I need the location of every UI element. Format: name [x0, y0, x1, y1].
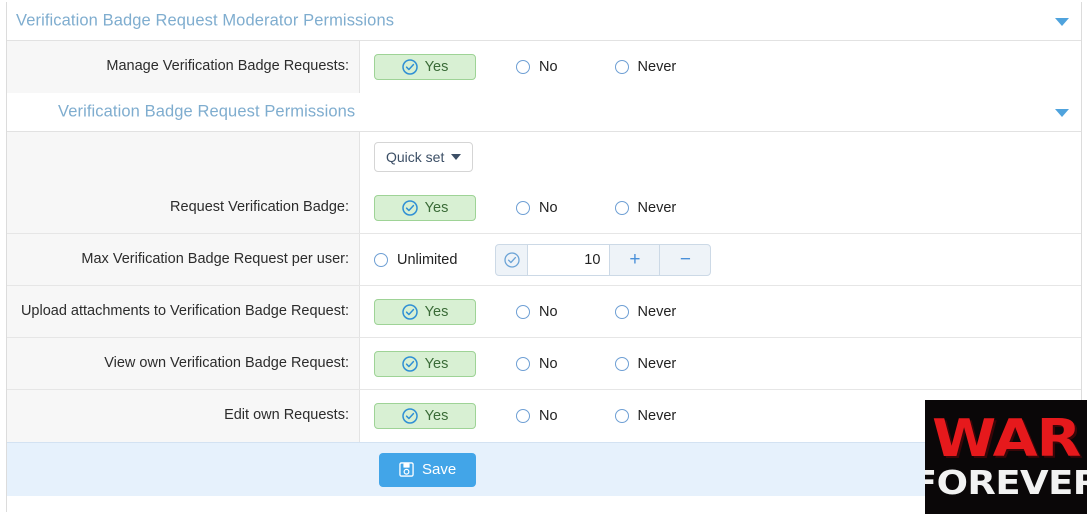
- option-unlimited-label: Unlimited: [397, 251, 458, 268]
- radio-circle-icon: [614, 200, 629, 215]
- radio-circle-icon: [516, 200, 530, 215]
- check-circle-icon: [504, 251, 520, 268]
- option-yes-label: Yes: [424, 355, 449, 372]
- chevron-down-icon: [451, 154, 462, 160]
- option-no[interactable]: No: [516, 59, 558, 75]
- tristate-option-group: Yes No Never: [374, 298, 677, 325]
- option-never-label: Never: [637, 303, 677, 320]
- permissions-panel: Verification Badge Request Moderator Per…: [6, 2, 1082, 512]
- save-button[interactable]: Save: [379, 452, 477, 487]
- stepper-select-toggle[interactable]: [496, 244, 529, 275]
- option-yes[interactable]: Yes: [374, 350, 476, 377]
- option-yes-label: Yes: [424, 408, 449, 424]
- section-title: Verification Badge Request Permissions: [58, 102, 356, 121]
- option-no-label: No: [539, 408, 558, 424]
- radio-circle-icon: [374, 252, 388, 267]
- option-no[interactable]: No: [516, 356, 558, 372]
- form-row-manage-verification-badge-requests: Manage Verification Badge Requests: Yes: [7, 41, 1081, 93]
- radio-circle-icon: [516, 304, 530, 319]
- form-row-control: Yes No Never: [360, 338, 1081, 389]
- option-no[interactable]: No: [516, 304, 558, 320]
- option-no[interactable]: No: [516, 408, 558, 424]
- section-rows-request-permissions: Quick set Request Verification Badge: Ye…: [7, 132, 1081, 442]
- quick-set-button[interactable]: Quick set: [374, 142, 474, 172]
- form-row-control: Yes No Never: [360, 41, 1081, 93]
- radio-circle-icon: [614, 60, 629, 74]
- option-never-label: Never: [637, 59, 677, 75]
- form-row-control: Unlimited + −: [360, 234, 1081, 285]
- section-rows-moderator: Manage Verification Badge Requests: Yes: [7, 41, 1081, 93]
- permissions-settings-page: Verification Badge Request Moderator Per…: [0, 0, 1087, 514]
- option-no-label: No: [539, 355, 558, 372]
- form-row-label: Edit own Requests:: [7, 390, 360, 442]
- option-never-label: Never: [637, 355, 677, 372]
- option-yes[interactable]: Yes: [374, 54, 476, 80]
- radio-circle-icon: [614, 356, 629, 371]
- option-never[interactable]: Never: [614, 355, 677, 372]
- chevron-down-icon[interactable]: [1055, 18, 1069, 26]
- check-circle-icon: [401, 355, 418, 372]
- radio-circle-icon: [516, 409, 530, 423]
- option-never[interactable]: Never: [614, 303, 677, 320]
- radio-circle-icon: [516, 60, 530, 74]
- stepper-increment-button[interactable]: +: [610, 244, 661, 275]
- quick-set-spacer: [7, 132, 360, 182]
- section-title: Verification Badge Request Moderator Per…: [16, 11, 395, 30]
- option-yes-label: Yes: [424, 303, 449, 320]
- form-footer: Save: [7, 442, 1081, 496]
- quick-set-label: Quick set: [386, 149, 445, 165]
- radio-circle-icon: [516, 356, 530, 371]
- stepper-decrement-button[interactable]: −: [660, 245, 710, 275]
- check-circle-icon: [401, 199, 418, 216]
- quick-set-control: Quick set: [360, 132, 1081, 182]
- option-yes-label: Yes: [424, 199, 449, 216]
- form-row-control: Yes No Never: [360, 390, 1081, 442]
- option-yes-label: Yes: [424, 59, 449, 75]
- chevron-down-icon[interactable]: [1055, 109, 1069, 117]
- option-no[interactable]: No: [516, 200, 558, 216]
- form-row-view-own-request: View own Verification Badge Request: Yes: [7, 338, 1081, 390]
- form-row-request-verification-badge: Request Verification Badge: Yes No Never: [7, 182, 1081, 234]
- option-no-label: No: [539, 199, 558, 216]
- form-row-label: View own Verification Badge Request:: [7, 338, 360, 389]
- tristate-option-group: Yes No Never: [374, 194, 677, 221]
- form-row-label: Request Verification Badge:: [7, 182, 360, 233]
- option-never-label: Never: [637, 199, 677, 216]
- option-never[interactable]: Never: [614, 408, 677, 424]
- quick-set-row: Quick set: [7, 132, 1081, 182]
- form-row-edit-own-requests: Edit own Requests: Yes No Never: [7, 390, 1081, 442]
- option-yes[interactable]: Yes: [374, 194, 476, 221]
- floppy-disk-icon: [399, 462, 414, 477]
- form-row-control: Yes No Never: [360, 286, 1081, 337]
- form-row-label: Upload attachments to Verification Badge…: [7, 286, 360, 337]
- form-row-max-verification-badge-request-per-user: Max Verification Badge Request per user:…: [7, 234, 1081, 286]
- option-unlimited[interactable]: Unlimited: [374, 252, 457, 268]
- tristate-option-group: Yes No Never: [374, 350, 677, 377]
- option-yes[interactable]: Yes: [374, 298, 476, 325]
- radio-circle-icon: [614, 304, 629, 319]
- form-row-label: Manage Verification Badge Requests:: [7, 41, 360, 93]
- option-never-label: Never: [637, 408, 677, 424]
- check-circle-icon: [401, 408, 418, 424]
- check-circle-icon: [401, 59, 418, 75]
- tristate-option-group: Yes No Never: [374, 54, 676, 80]
- option-no-label: No: [539, 59, 558, 75]
- option-no-label: No: [539, 303, 558, 320]
- option-never[interactable]: Never: [614, 199, 677, 216]
- form-row-control: Yes No Never: [360, 182, 1081, 233]
- option-never[interactable]: Never: [614, 59, 677, 75]
- tristate-option-group: Yes No Never: [374, 403, 676, 429]
- check-circle-icon: [401, 303, 418, 320]
- radio-circle-icon: [614, 409, 629, 423]
- form-row-label: Max Verification Badge Request per user:: [7, 234, 360, 285]
- save-button-label: Save: [422, 461, 457, 478]
- section-header-request-permissions[interactable]: Verification Badge Request Permissions: [7, 93, 1081, 132]
- section-header-moderator-permissions[interactable]: Verification Badge Request Moderator Per…: [7, 2, 1081, 41]
- option-yes[interactable]: Yes: [374, 403, 476, 429]
- quantity-stepper: + −: [495, 243, 712, 276]
- max-requests-input[interactable]: [528, 244, 611, 275]
- form-row-upload-attachments: Upload attachments to Verification Badge…: [7, 286, 1081, 338]
